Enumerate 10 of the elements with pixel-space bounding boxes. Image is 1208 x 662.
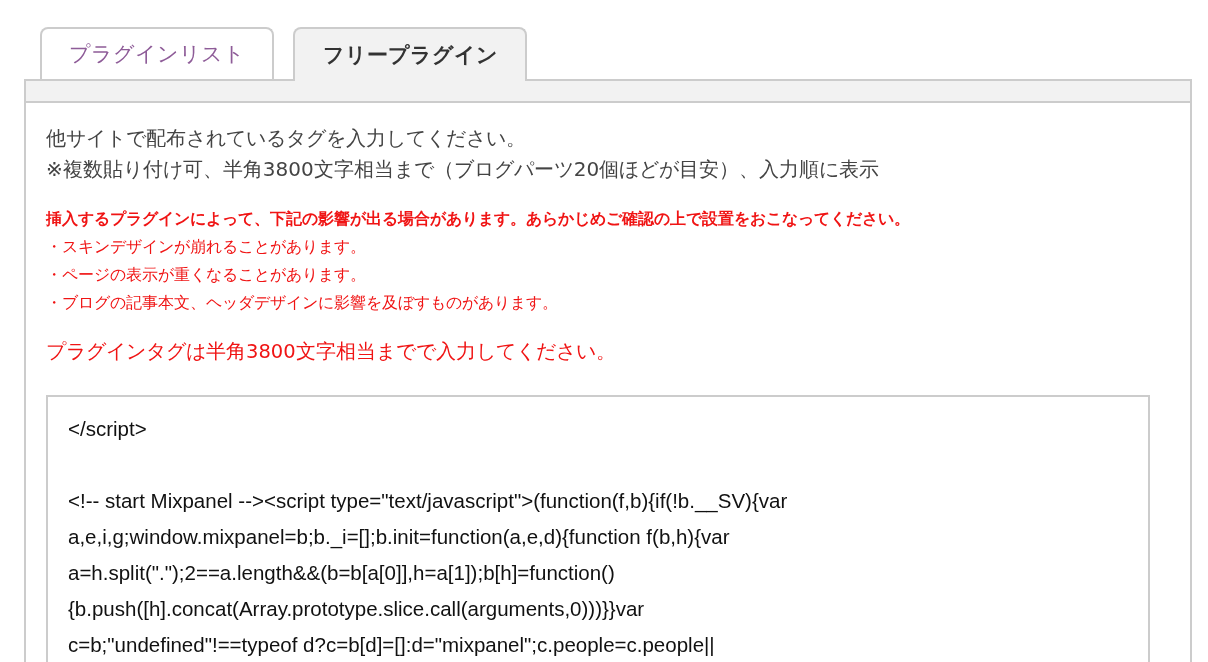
- notice-text: プラグインタグは半角3800文字相当までで入力してください。: [46, 339, 617, 365]
- tab[interactable]: プラグインリスト: [40, 27, 274, 79]
- warning-item: ・ブログの記事本文、ヘッダデザインに影響を及ぼすものがあります。: [46, 293, 559, 314]
- tag-input-field[interactable]: </script> <!-- start Mixpanel --><script type="text/javascript">(function(f,b){if(!b.__SV){var a,e,i,g;window.mixpanel=b;b._i=[];b.init=function(a,e,d){function f(b,h){var a=h.split(".");2==a.length&&(b=b[a[0]],h=a[1]);b[h]=function() {b.push([h].concat(Array.prototype.slice.call(arguments,0)))}}var c=b;"undefined"!==typeof d?c=b[d]=[]:d="mixpanel";c.people=c.people||: [46, 395, 1150, 662]
- description-text: 他サイトで配布されているタグを入力してください。: [46, 125, 527, 152]
- warning-item: ・ページの表示が重くなることがあります。: [46, 265, 367, 286]
- tab[interactable]: フリープラグイン: [293, 27, 527, 81]
- warning-text: 挿入するプラグインによって、下記の影響が出る場合があります。あらかじめご確認の上で設置をおこなってください。: [46, 209, 911, 230]
- description-text: ※複数貼り付け可、半角3800文字相当まで（ブログパーツ20個ほどが目安）、入力順に表示: [46, 156, 881, 183]
- warning-item: ・スキンデザインが崩れることがあります。: [46, 237, 367, 258]
